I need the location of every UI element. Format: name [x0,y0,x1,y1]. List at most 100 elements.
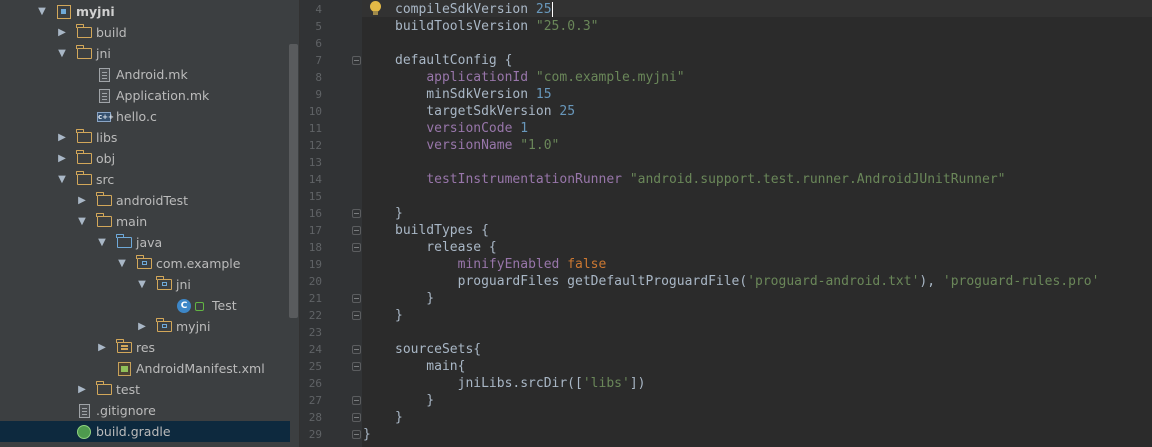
code-line[interactable]: sourceSets{ [395,341,481,358]
fold-marker-icon[interactable] [352,396,361,405]
expand-arrow-icon[interactable]: ▼ [136,274,148,295]
line-number: 26 [308,377,322,390]
code-line[interactable]: } [395,409,403,426]
collapse-arrow-icon[interactable]: ▶ [56,22,68,43]
project-tree-scrollbar[interactable] [289,44,298,318]
code-line[interactable]: proguardFiles getDefaultProguardFile('pr… [395,273,1100,290]
code-line[interactable]: } [395,290,434,307]
collapse-arrow-icon[interactable]: ▶ [76,190,88,211]
code-line[interactable]: defaultConfig { [395,52,512,69]
collapse-arrow-icon[interactable]: ▶ [56,127,68,148]
fold-marker-icon[interactable] [352,209,361,218]
tree-item-hello-c[interactable]: ▶c++hello.c [0,106,290,127]
tree-item-androidtest[interactable]: ▶ androidTest [0,190,290,211]
tree-item-android-mk[interactable]: ▶Android.mk [0,64,290,85]
code-line[interactable]: buildToolsVersion "25.0.3" [395,18,599,35]
fold-marker-icon[interactable] [352,294,361,303]
code-line[interactable]: main{ [395,358,465,375]
tree-item-androidmanifest-xml[interactable]: ▶AndroidManifest.xml [0,358,290,379]
tree-item-libs[interactable]: ▶ libs [0,127,290,148]
code-line[interactable]: } [363,426,371,443]
code-line[interactable]: versionCode 1 [395,120,528,137]
class-icon: C [176,298,192,313]
code-token: 'libs' [582,376,630,391]
fold-marker-icon[interactable] [352,226,361,235]
collapse-arrow-icon[interactable]: ▶ [76,379,88,400]
fold-marker-icon[interactable] [352,243,361,252]
line-number: 27 [308,394,322,407]
code-line[interactable]: } [395,392,434,409]
collapse-arrow-icon[interactable]: ▶ [136,316,148,337]
expand-arrow-icon[interactable]: ▼ [96,232,108,253]
project-tree-panel[interactable]: ▼myjni▶build▼jni▶Android.mk▶Application.… [0,0,300,447]
tree-item-res[interactable]: ▶ res [0,337,290,358]
expand-arrow-icon[interactable]: ▼ [116,253,128,274]
tree-item-test[interactable]: ▶ test [0,379,290,400]
tree-item-test[interactable]: ▶CTest [0,295,290,316]
code-token: "android.support.test.runner.AndroidJUni… [629,172,1006,187]
collapse-arrow-icon[interactable]: ▶ [96,337,108,358]
file-icon [96,88,112,103]
tree-item-java[interactable]: ▼ java [0,232,290,253]
fold-marker-icon[interactable] [352,430,361,439]
tree-item-label: Application.mk [116,88,210,103]
lightbulb-icon[interactable] [370,1,381,15]
tree-item-obj[interactable]: ▶ obj [0,148,290,169]
tree-item-label: src [96,172,115,187]
line-number: 19 [308,258,322,271]
tree-item-jni[interactable]: ▼ jni [0,274,290,295]
code-line[interactable]: minifyEnabled false [395,256,607,273]
expand-arrow-icon[interactable]: ▼ [56,43,68,64]
expand-arrow-icon[interactable]: ▼ [56,169,68,190]
code-line[interactable]: applicationId "com.example.myjni" [395,69,685,86]
tree-item-label: libs [96,130,118,145]
tree-item-gitignore[interactable]: ▶.gitignore [0,400,290,421]
code-token: versionCode [426,121,513,136]
code-line[interactable]: jniLibs.srcDir(['libs']) [395,375,646,392]
line-number: 4 [315,3,322,16]
code-line[interactable]: } [395,307,403,324]
code-line[interactable]: } [395,205,403,222]
code-line[interactable]: versionName "1.0" [395,137,559,154]
file-icon [96,67,112,82]
fold-marker-icon[interactable] [352,311,361,320]
fold-marker-icon[interactable] [352,362,361,371]
expand-arrow-icon[interactable]: ▼ [36,1,48,22]
code-token: } [395,308,403,323]
fold-marker-icon[interactable] [352,56,361,65]
line-number: 7 [315,54,322,67]
code-editor[interactable]: 4 5 6 7 8 9 10 11 12 13 14 15 16 17 18 19 20 21 22 23 24 25 26… [300,0,1152,447]
tree-item-com-example[interactable]: ▼ com.example [0,253,290,274]
tree-item-main[interactable]: ▼ main [0,211,290,232]
code-line[interactable]: minSdkVersion 15 [395,86,551,103]
collapse-arrow-icon[interactable]: ▶ [56,148,68,169]
tree-item-build-gradle[interactable]: ▶build.gradle [0,421,290,442]
tree-item-jni[interactable]: ▼ jni [0,43,290,64]
fold-marker-icon[interactable] [352,345,361,354]
folder-icon [96,381,112,397]
code-line[interactable]: testInstrumentationRunner "android.suppo… [395,171,1006,188]
tree-item-myjni[interactable]: ▼ myjni [0,1,290,22]
tree-item-application-mk[interactable]: ▶Application.mk [0,85,290,106]
folder-icon [96,213,112,229]
code-token: release { [395,240,497,255]
code-token: } [395,291,435,306]
code-token: proguardFiles getDefaultProguardFile( [395,274,748,289]
fold-marker-icon[interactable] [352,413,361,422]
code-line[interactable]: release { [395,239,497,256]
tree-item-myjni[interactable]: ▶ myjni [0,316,290,337]
code-line[interactable]: buildTypes { [395,222,489,239]
source-folder-icon [116,234,132,250]
tree-item-src[interactable]: ▼ src [0,169,290,190]
code-line[interactable]: compileSdkVersion 25 [395,1,553,18]
code-token: "com.example.myjni" [535,70,685,85]
code-token: } [395,393,435,408]
tree-item-label: Android.mk [116,67,188,82]
expand-arrow-icon[interactable]: ▼ [76,211,88,232]
code-line[interactable]: targetSdkVersion 25 [395,103,575,120]
folder-icon [96,192,112,208]
tree-item-build[interactable]: ▶ build [0,22,290,43]
